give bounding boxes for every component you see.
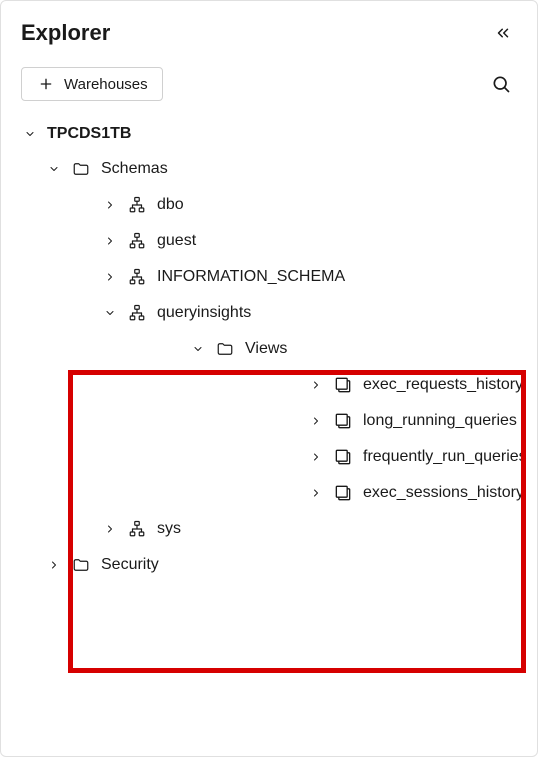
chevron-right-icon [103, 234, 117, 248]
tree-node-view-exec-requests-history[interactable]: exec_requests_history [305, 367, 529, 403]
chevron-right-icon [309, 414, 323, 428]
chevron-right-icon [103, 198, 117, 212]
node-label: INFORMATION_SCHEMA [157, 268, 345, 286]
tree-node-views-folder[interactable]: Views [187, 331, 529, 367]
tree-node-schema-dbo[interactable]: dbo [99, 187, 529, 223]
panel-title: Explorer [21, 20, 110, 46]
node-label: TPCDS1TB [47, 125, 131, 143]
node-label: guest [157, 232, 196, 250]
node-label: long_running_queries [363, 412, 517, 430]
node-label: dbo [157, 196, 184, 214]
chevron-right-icon [309, 450, 323, 464]
chevron-double-left-icon [493, 23, 513, 43]
tree-node-security-folder[interactable]: Security [43, 547, 529, 583]
schema-icon [127, 267, 147, 287]
schema-icon [127, 231, 147, 251]
chevron-right-icon [309, 486, 323, 500]
view-icon [333, 375, 353, 395]
folder-icon [215, 339, 235, 359]
node-label: Schemas [101, 160, 168, 178]
tree-node-schemas-folder[interactable]: Schemas [43, 151, 529, 187]
plus-icon [36, 74, 56, 94]
explorer-tree: TPCDS1TB Schemas dbo [1, 117, 537, 583]
view-icon [333, 411, 353, 431]
tree-node-view-frequently-run-queries[interactable]: frequently_run_queries [305, 439, 529, 475]
chevron-right-icon [103, 522, 117, 536]
schema-icon [127, 519, 147, 539]
view-icon [333, 483, 353, 503]
add-button-label: Warehouses [64, 76, 148, 93]
node-label: frequently_run_queries [363, 448, 527, 466]
toolbar: Warehouses [1, 59, 537, 117]
search-button[interactable] [485, 68, 517, 100]
tree-node-schema-queryinsights[interactable]: queryinsights [99, 295, 529, 331]
folder-icon [71, 159, 91, 179]
chevron-right-icon [103, 270, 117, 284]
panel-header: Explorer [1, 1, 537, 59]
tree-node-schema-sys[interactable]: sys [99, 511, 529, 547]
collapse-panel-button[interactable] [489, 19, 517, 47]
chevron-down-icon [191, 342, 205, 356]
search-icon [491, 74, 511, 94]
chevron-right-icon [309, 378, 323, 392]
schema-icon [127, 303, 147, 323]
node-label: Security [101, 556, 159, 574]
node-label: exec_requests_history [363, 376, 523, 394]
tree-node-schema-guest[interactable]: guest [99, 223, 529, 259]
tree-node-view-long-running-queries[interactable]: long_running_queries [305, 403, 529, 439]
node-label: exec_sessions_history [363, 484, 524, 502]
chevron-right-icon [47, 558, 61, 572]
tree-node-view-exec-sessions-history[interactable]: exec_sessions_history [305, 475, 529, 511]
folder-icon [71, 555, 91, 575]
chevron-down-icon [47, 162, 61, 176]
add-warehouses-button[interactable]: Warehouses [21, 67, 163, 101]
chevron-down-icon [23, 127, 37, 141]
chevron-down-icon [103, 306, 117, 320]
tree-node-database[interactable]: TPCDS1TB [19, 117, 529, 151]
schema-icon [127, 195, 147, 215]
node-label: queryinsights [157, 304, 251, 322]
node-label: Views [245, 340, 287, 358]
view-icon [333, 447, 353, 467]
node-label: sys [157, 520, 181, 538]
tree-node-schema-information-schema[interactable]: INFORMATION_SCHEMA [99, 259, 529, 295]
